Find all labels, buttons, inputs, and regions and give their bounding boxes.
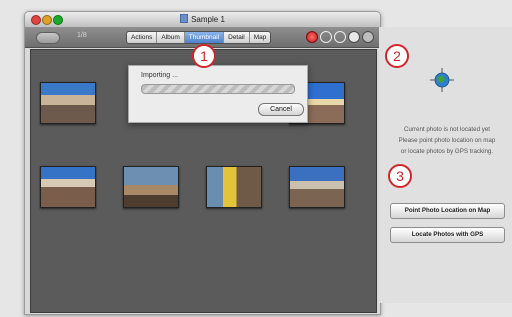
photo-thumbnail[interactable] bbox=[206, 166, 262, 208]
photo-thumbnail[interactable] bbox=[123, 166, 179, 208]
info-line: Please point photo location on map bbox=[398, 137, 496, 144]
globe-crosshair-icon bbox=[430, 68, 454, 92]
point-photo-location-button[interactable]: Point Photo Location on Map bbox=[390, 203, 505, 219]
locate-gps-button[interactable]: Locate Photos with GPS bbox=[390, 227, 505, 243]
callout-2: 2 bbox=[385, 44, 409, 68]
record-icon[interactable] bbox=[306, 31, 318, 43]
navigation-toggle-button[interactable] bbox=[36, 32, 60, 44]
info-line: or locate photos by GPS tracking. bbox=[400, 148, 494, 155]
tab-thumbnail[interactable]: Thumbnail bbox=[184, 32, 225, 43]
window-title: Sample 1 bbox=[25, 14, 380, 24]
import-progress-bar bbox=[141, 84, 295, 94]
info-line: Current photo is not located yet bbox=[404, 126, 490, 133]
refresh-icon[interactable] bbox=[320, 31, 332, 43]
close-icon[interactable] bbox=[362, 31, 374, 43]
dialog-title: Importing ... bbox=[141, 72, 178, 79]
location-status-text: Current photo is not located yet Please … bbox=[383, 124, 511, 157]
tab-map[interactable]: Map bbox=[250, 32, 271, 43]
view-tabs: Actions Album Thumbnail Detail Map bbox=[126, 31, 272, 44]
cancel-button[interactable]: Cancel bbox=[258, 103, 304, 116]
title-bar: Sample 1 bbox=[25, 12, 380, 28]
photo-thumbnail[interactable] bbox=[40, 166, 96, 208]
tab-actions[interactable]: Actions bbox=[127, 32, 158, 43]
document-icon bbox=[180, 14, 189, 23]
callout-1: 1 bbox=[192, 44, 216, 68]
callout-3: 3 bbox=[388, 164, 412, 188]
photo-thumbnail[interactable] bbox=[289, 166, 345, 208]
importing-dialog: Importing ... Cancel bbox=[128, 65, 308, 123]
tab-album[interactable]: Album bbox=[157, 32, 185, 43]
sync-icon[interactable] bbox=[334, 31, 346, 43]
tab-detail[interactable]: Detail bbox=[224, 32, 250, 43]
photo-thumbnail[interactable] bbox=[40, 82, 96, 124]
compass-icon[interactable] bbox=[348, 31, 360, 43]
photo-count: 1/8 bbox=[77, 32, 87, 39]
